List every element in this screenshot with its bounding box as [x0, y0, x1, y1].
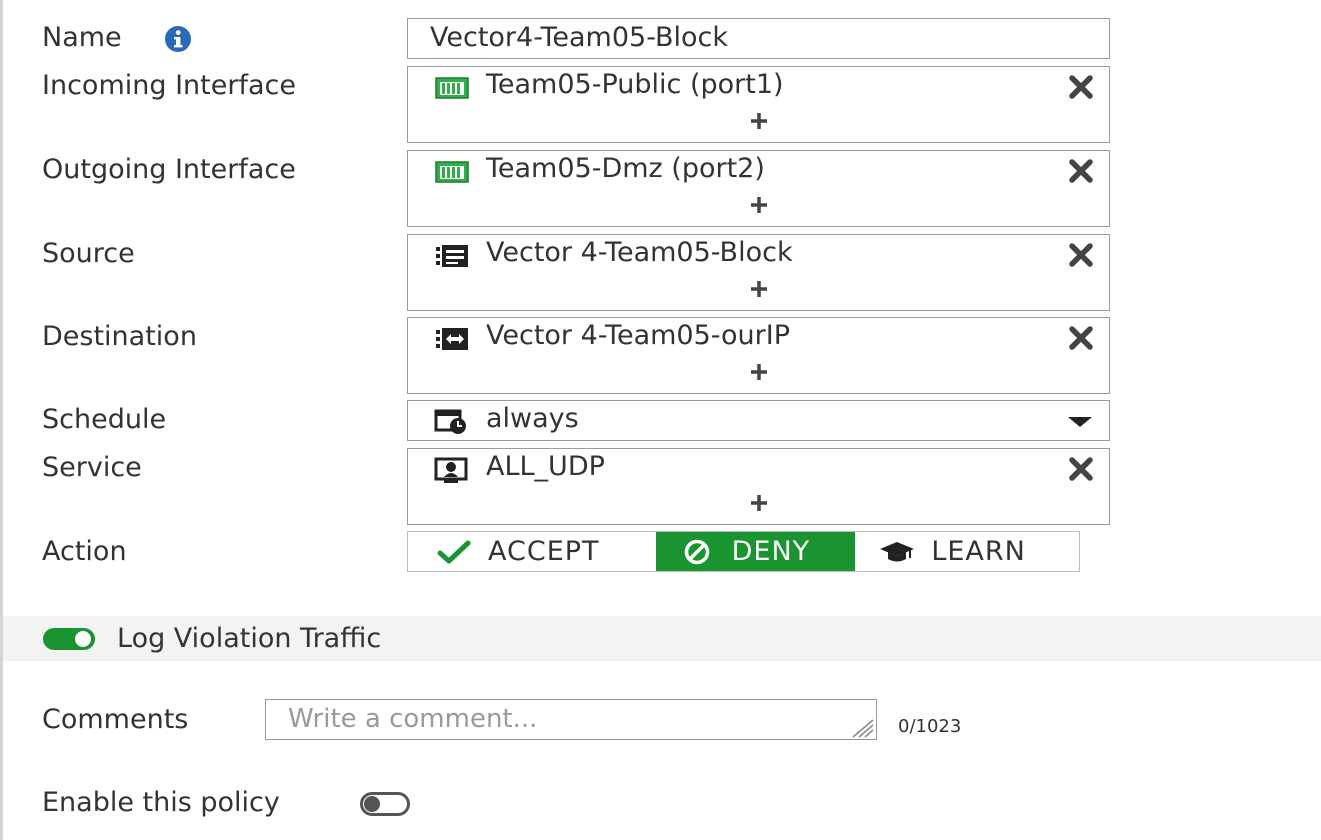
address-range-icon: [436, 328, 468, 350]
comments-counter: 0/1023: [898, 716, 962, 737]
service-field[interactable]: ALL_UDP: [407, 448, 1110, 525]
remove-icon[interactable]: [1067, 73, 1095, 101]
resize-handle-icon[interactable]: [839, 718, 875, 738]
schedule-select[interactable]: always: [407, 400, 1110, 441]
deny-button[interactable]: DENY: [655, 532, 856, 571]
incoming-interface-field[interactable]: Team05-Public (port1): [407, 66, 1110, 143]
toggle-knob: [364, 796, 380, 812]
log-violation-label: Log Violation Traffic: [117, 623, 382, 654]
schedule-label: Schedule: [42, 404, 167, 435]
outgoing-interface-entry: Team05-Dmz (port2): [486, 153, 765, 184]
source-entry: Vector 4-Team05-Block: [486, 237, 793, 268]
destination-label: Destination: [42, 321, 197, 352]
incoming-interface-label: Incoming Interface: [42, 70, 296, 101]
enable-policy-toggle[interactable]: [360, 792, 410, 816]
deny-label: DENY: [731, 535, 811, 567]
accept-button[interactable]: ACCEPT: [408, 532, 656, 571]
action-label: Action: [42, 536, 127, 567]
learn-label: LEARN: [931, 535, 1026, 567]
source-label: Source: [42, 238, 135, 269]
outgoing-interface-label: Outgoing Interface: [42, 154, 296, 185]
incoming-interface-entry: Team05-Public (port1): [486, 69, 784, 100]
enable-policy-label: Enable this policy: [42, 787, 280, 818]
graduation-cap-icon: [880, 541, 915, 561]
source-field[interactable]: Vector 4-Team05-Block: [407, 234, 1110, 311]
accept-label: ACCEPT: [488, 535, 600, 567]
outgoing-interface-field[interactable]: Team05-Dmz (port2): [407, 150, 1110, 227]
add-icon[interactable]: [748, 109, 770, 133]
service-icon: [434, 457, 468, 483]
network-port-icon: [435, 77, 469, 99]
deny-icon: [684, 539, 709, 564]
network-port-icon: [435, 161, 469, 183]
name-value: Vector4-Team05-Block: [430, 22, 729, 53]
schedule-value: always: [486, 403, 579, 434]
service-entry: ALL_UDP: [486, 451, 605, 482]
remove-icon[interactable]: [1067, 241, 1095, 269]
add-icon[interactable]: [748, 193, 770, 217]
add-icon[interactable]: [748, 491, 770, 515]
add-icon[interactable]: [748, 360, 770, 384]
log-violation-toggle[interactable]: [43, 628, 95, 650]
destination-entry: Vector 4-Team05-ourIP: [486, 320, 791, 351]
chevron-down-icon[interactable]: [1067, 415, 1093, 429]
name-label: Name: [42, 22, 122, 53]
remove-icon[interactable]: [1067, 324, 1095, 352]
checkmark-icon: [437, 540, 471, 563]
service-label: Service: [42, 452, 142, 483]
schedule-icon: [434, 409, 466, 434]
comments-input[interactable]: [266, 700, 876, 739]
toggle-knob: [75, 631, 91, 647]
destination-field[interactable]: Vector 4-Team05-ourIP: [407, 317, 1110, 394]
add-icon[interactable]: [748, 277, 770, 301]
name-field[interactable]: Vector4-Team05-Block: [407, 18, 1110, 59]
action-toggle-group: ACCEPT DENY LEARN: [407, 531, 1080, 572]
comments-box: [265, 699, 877, 740]
comments-label: Comments: [42, 704, 189, 735]
left-border: [0, 0, 3, 840]
remove-icon[interactable]: [1067, 455, 1095, 483]
address-icon: [436, 245, 468, 267]
learn-button[interactable]: LEARN: [855, 532, 1079, 571]
remove-icon[interactable]: [1067, 157, 1095, 185]
info-icon[interactable]: [160, 25, 196, 53]
